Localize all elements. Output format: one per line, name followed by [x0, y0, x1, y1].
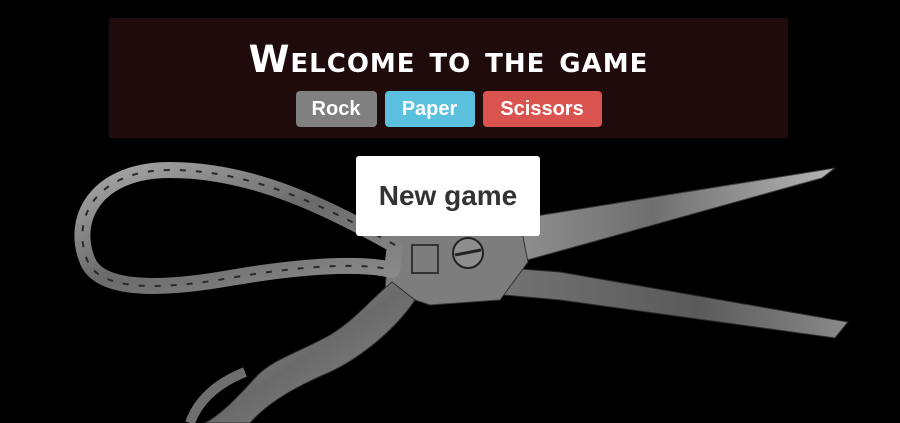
page-title: Welcome to the game [248, 38, 649, 81]
rock-button[interactable]: Rock [295, 91, 377, 127]
choice-buttons: Rock Paper Scissors [109, 91, 788, 127]
welcome-banner: Welcome to the game Rock Paper Scissors [109, 18, 788, 138]
paper-button[interactable]: Paper [384, 91, 475, 127]
scissors-button[interactable]: Scissors [482, 91, 602, 127]
new-game-button[interactable]: New game [356, 156, 540, 236]
